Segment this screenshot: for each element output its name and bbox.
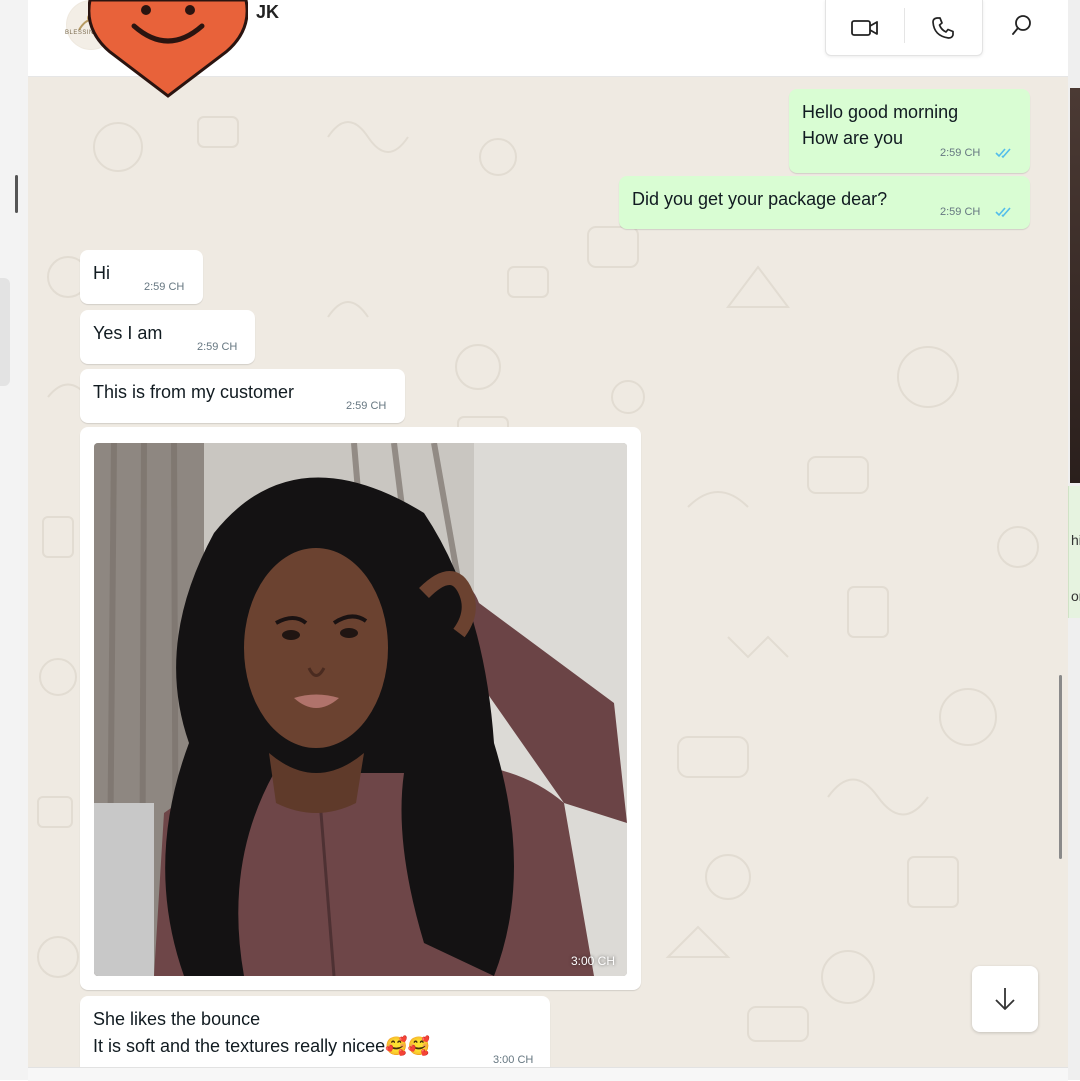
message-time: 2:59 CH <box>940 206 981 218</box>
call-buttons <box>825 0 983 56</box>
shared-photo[interactable]: 3:00 CH <box>94 443 627 976</box>
collapsed-panel-tab[interactable] <box>0 278 10 386</box>
arrow-down-icon <box>995 988 1015 1010</box>
search-button[interactable] <box>1003 6 1041 44</box>
message-text: Yes I am <box>93 323 163 343</box>
message-text: This is from my customer <box>93 382 295 402</box>
image-message-bubble[interactable]: 3:00 CH <box>80 427 641 990</box>
message-time: 2:59 CH <box>940 147 981 159</box>
message-time: 2:59 CH <box>197 341 238 353</box>
resize-handle[interactable] <box>15 175 18 213</box>
voice-call-button[interactable] <box>905 0 983 55</box>
composer-edge <box>28 1067 1068 1081</box>
message-bubble-incoming[interactable]: Yes I am 2:59 CH <box>80 310 255 364</box>
chat-area[interactable]: Hello good morning How are you 2:59 CH D… <box>28 77 1068 1067</box>
message-text: Did you get your package dear? <box>632 189 888 209</box>
message-bubble-outgoing[interactable]: Hello good morning How are you 2:59 CH <box>789 89 1030 173</box>
image-time: 3:00 CH <box>570 954 615 968</box>
message-text: How are you <box>802 128 904 148</box>
scrollbar-thumb[interactable] <box>1059 675 1062 859</box>
background-window-text: hi <box>1071 532 1080 548</box>
photo-icon <box>94 443 627 976</box>
background-window-photo <box>1070 88 1080 483</box>
read-ticks-icon <box>995 148 1011 159</box>
voice-call-icon <box>932 16 955 39</box>
message-text: Hello good morning <box>802 102 959 122</box>
message-bubble-incoming[interactable]: This is from my customer 2:59 CH <box>80 369 405 423</box>
message-text: Hi <box>93 263 110 283</box>
message-time: 2:59 CH <box>346 400 387 412</box>
read-ticks-icon <box>995 207 1011 218</box>
video-call-icon <box>850 19 878 36</box>
message-text: She likes the bounce <box>93 1009 261 1029</box>
contact-name[interactable]: JK <box>256 2 279 23</box>
scroll-to-bottom-button[interactable] <box>972 966 1038 1032</box>
message-bubble-outgoing[interactable]: Did you get your package dear? 2:59 CH <box>619 176 1030 229</box>
message-bubble-incoming[interactable]: Hi 2:59 CH <box>80 250 203 304</box>
search-icon <box>1012 15 1031 35</box>
message-bubble-incoming[interactable]: She likes the bounce It is soft and the … <box>80 996 550 1067</box>
left-window-edge <box>0 0 28 1080</box>
background-window-text: or <box>1071 588 1080 604</box>
message-text: It is soft and the textures really nicee… <box>93 1036 430 1056</box>
message-time: 3:00 CH <box>493 1054 534 1066</box>
smiley-heart-icon <box>88 0 248 98</box>
video-call-button[interactable] <box>826 0 904 55</box>
message-time: 2:59 CH <box>144 281 185 293</box>
